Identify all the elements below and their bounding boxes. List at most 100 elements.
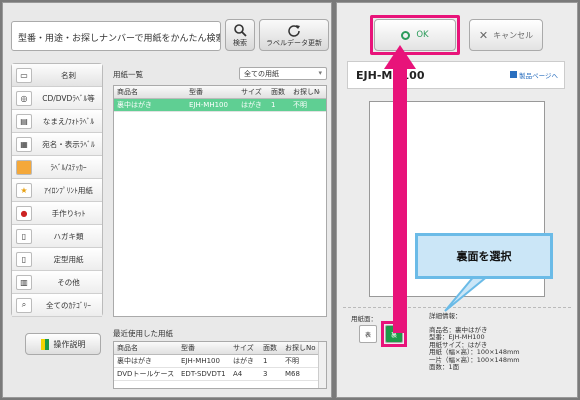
side-label: 用紙面：: [351, 315, 377, 323]
category-item-name-label[interactable]: ▤ なまえ/ﾌｫﾄﾗﾍﾞﾙ: [12, 110, 102, 133]
update-button-label: ラベルデータ更新: [266, 39, 322, 47]
recent-table: 商品名 型番 サイズ 面数 お探しNo 裏中はがき EJH-MH100 はがき …: [113, 341, 327, 389]
cell-search-no: 不明: [285, 357, 299, 365]
cell-product: 裏中はがき: [117, 357, 152, 365]
close-icon: ✕: [478, 28, 489, 42]
column-header: お探しNo: [285, 344, 316, 352]
cell-count: 3: [263, 370, 268, 378]
category-label: 名刺: [61, 70, 76, 80]
column-header: サイズ: [233, 344, 254, 352]
callout-text: 裏面を選択: [456, 250, 512, 263]
help-button[interactable]: 操作説明: [25, 333, 101, 355]
cell-count: 1: [263, 357, 268, 365]
cancel-button[interactable]: ✕ キャンセル: [469, 19, 543, 51]
help-button-label: 操作説明: [53, 339, 86, 349]
category-label: ハガキ類: [53, 231, 84, 241]
table-row[interactable]: DVDトールケース EDT-SDVDT1 A4 3 M68: [114, 368, 326, 381]
chevron-down-icon: ▾: [318, 69, 322, 77]
category-item-meishi[interactable]: ▭ 名刺: [12, 64, 102, 87]
cell-model: EDT-SDVDT1: [181, 370, 226, 378]
category-item-standard-paper[interactable]: ▯ 定型用紙: [12, 248, 102, 271]
paper-filter-select[interactable]: 全ての用紙 ▾: [239, 67, 327, 80]
recent-title: 最近使用した用紙: [113, 329, 173, 338]
beginner-mark-icon: [40, 338, 49, 350]
table-row[interactable]: 裏中はがき EJH-MH100 はがき 1 不明: [114, 355, 326, 368]
left-panel: 型番・用途・お探しナンバーで用紙をかんたん検索 検索 ラベルデータ更新 ▭ 名刺 …: [2, 2, 332, 398]
paper-list-table: 商品名 型番 サイズ 面数 お探しNo 裏中はがき EJH-MH100 はがき …: [113, 85, 327, 317]
category-label: その他: [57, 277, 80, 287]
category-label: 宛名・表示ﾗﾍﾞﾙ: [42, 139, 95, 149]
column-header: 商品名: [117, 88, 138, 96]
annotation-arrowhead: [384, 45, 416, 69]
search-button[interactable]: 検索: [225, 19, 255, 51]
sticker-icon: [16, 159, 32, 175]
cell-size: はがき: [233, 357, 254, 365]
column-header: 商品名: [117, 344, 138, 352]
category-item-postcard[interactable]: ▯ ハガキ類: [12, 225, 102, 248]
detail-info-title: 詳細情報：: [429, 312, 462, 320]
right-panel: OK ✕ キャンセル EJH-MH100 製品ページへ 用紙面： 表 裏 詳細情…: [336, 2, 578, 398]
table-header: 商品名 型番 サイズ 面数 お探しNo: [114, 86, 326, 99]
cell-size: A4: [233, 370, 243, 378]
magnifier-icon: ⌕: [16, 297, 32, 313]
cell-product: DVDトールケース: [117, 370, 175, 378]
annotation-callout: 裏面を選択: [415, 233, 553, 279]
column-header: お探しNo: [293, 88, 320, 96]
postcard-icon: ▯: [16, 228, 32, 244]
category-item-address-label[interactable]: ▦ 宛名・表示ﾗﾍﾞﾙ: [12, 133, 102, 156]
category-label: CD/DVDﾗﾍﾞﾙ等: [42, 93, 95, 103]
cell-model: EJH-MH100: [181, 357, 220, 365]
paper-filter-value: 全ての用紙: [244, 70, 279, 78]
iron-icon: ★: [16, 182, 32, 198]
category-item-kit[interactable]: ● 手作りｷｯﾄ: [12, 202, 102, 225]
annotation-arrow: [393, 59, 407, 333]
paper-icon: ▯: [16, 251, 32, 267]
table-row[interactable]: 裏中はがき EJH-MH100 はがき 1 不明: [114, 99, 326, 112]
search-button-label: 検索: [233, 39, 247, 47]
model-number: EJH-MH100: [356, 68, 425, 82]
cell-model: EJH-MH100: [189, 101, 228, 109]
detail-line: 面数：1面: [429, 363, 460, 371]
category-item-iron-print[interactable]: ★ ｱｲﾛﾝﾌﾟﾘﾝﾄ用紙: [12, 179, 102, 202]
front-side-label: 表: [364, 331, 371, 339]
category-label: なまえ/ﾌｫﾄﾗﾍﾞﾙ: [42, 116, 95, 126]
category-item-cd-dvd[interactable]: ◎ CD/DVDﾗﾍﾞﾙ等: [12, 87, 102, 110]
update-label-data-button[interactable]: ラベルデータ更新: [259, 19, 329, 51]
category-item-sticker[interactable]: ﾗﾍﾞﾙ/ｽﾃｯｶｰ: [12, 156, 102, 179]
card-icon: ▭: [16, 67, 32, 83]
callout-pointer: [444, 274, 492, 312]
app-window: 型番・用途・お探しナンバーで用紙をかんたん検索 検索 ラベルデータ更新 ▭ 名刺 …: [0, 0, 580, 400]
category-item-other[interactable]: ▥ その他: [12, 271, 102, 294]
external-link-icon: [510, 71, 518, 78]
address-label-icon: ▦: [16, 136, 32, 152]
model-header: EJH-MH100 製品ページへ: [347, 61, 565, 89]
paper-list-title: 用紙一覧: [113, 70, 143, 79]
product-page-link[interactable]: 製品ページへ: [510, 70, 558, 80]
name-label-icon: ▤: [16, 113, 32, 129]
front-side-button[interactable]: 表: [359, 325, 377, 343]
cell-size: はがき: [241, 101, 262, 109]
table-header: 商品名 型番 サイズ 面数 お探しNo: [114, 342, 326, 355]
column-header: 面数: [271, 88, 285, 96]
category-label: ｱｲﾛﾝﾌﾟﾘﾝﾄ用紙: [44, 185, 93, 195]
category-label: 定型用紙: [53, 254, 84, 264]
cancel-button-label: キャンセル: [493, 30, 534, 40]
refresh-icon: [288, 25, 300, 37]
column-header: 型番: [181, 344, 195, 352]
cell-count: 1: [271, 101, 276, 109]
column-header: 面数: [263, 344, 277, 352]
search-input[interactable]: 型番・用途・お探しナンバーで用紙をかんたん検索: [11, 21, 221, 51]
category-item-all[interactable]: ⌕ 全てのｶﾃｺﾞﾘｰ: [12, 294, 102, 317]
category-list: ▭ 名刺 ◎ CD/DVDﾗﾍﾞﾙ等 ▤ なまえ/ﾌｫﾄﾗﾍﾞﾙ ▦ 宛名・表示ﾗﾍﾞﾙ…: [11, 63, 103, 317]
disc-icon: ◎: [16, 90, 32, 106]
category-label: ﾗﾍﾞﾙ/ｽﾃｯｶｰ: [50, 162, 87, 172]
kit-icon: ●: [16, 205, 32, 221]
column-header: サイズ: [241, 88, 262, 96]
product-link-label: 製品ページへ: [519, 72, 558, 80]
detail-info: 詳細情報： 商品名：裏中はがき 型番：EJH-MH100 用紙サイズ：はがき 用…: [429, 312, 520, 372]
recent-scrollbar[interactable]: [318, 342, 326, 388]
category-label: 全てのｶﾃｺﾞﾘｰ: [46, 300, 91, 310]
search-icon: [234, 24, 247, 37]
other-icon: ▥: [16, 274, 32, 290]
column-header: 型番: [189, 88, 203, 96]
